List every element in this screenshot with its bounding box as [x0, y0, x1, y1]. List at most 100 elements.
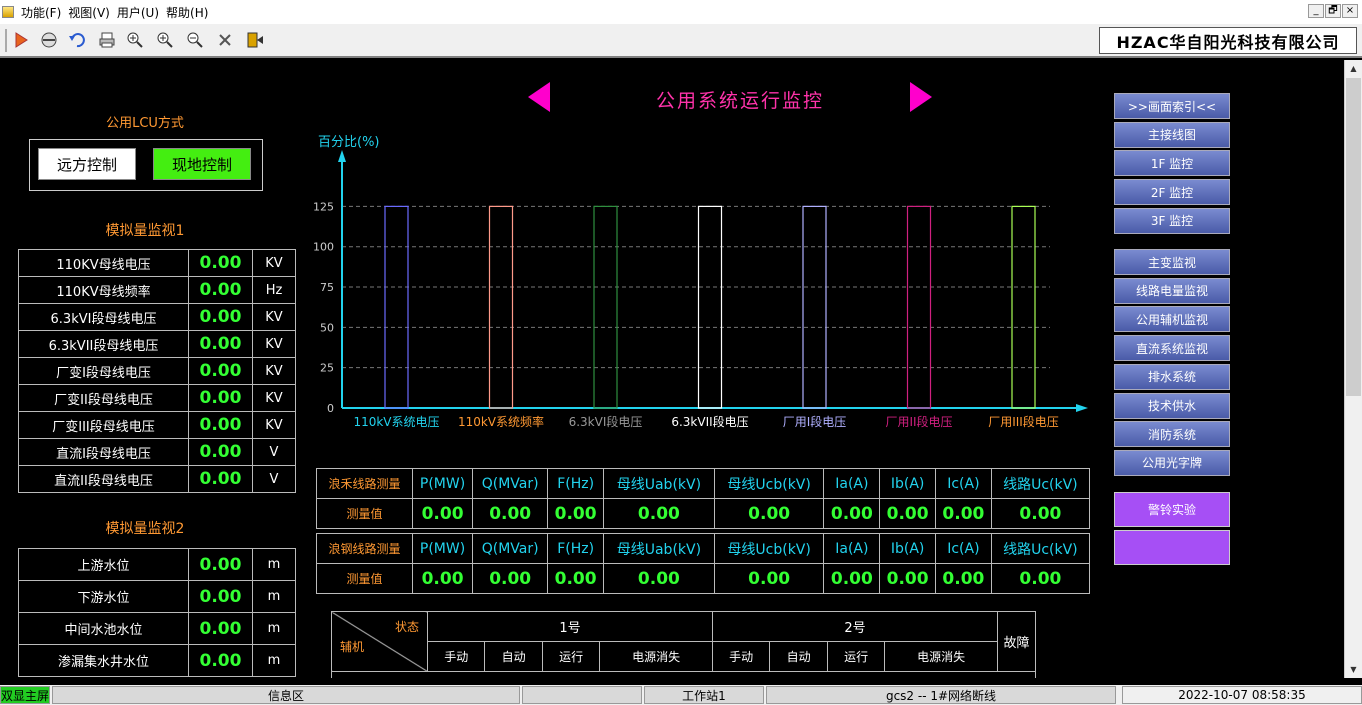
- restore-button[interactable]: 🗗: [1325, 4, 1341, 18]
- analog-row: 上游水位 0.00 m: [18, 548, 296, 581]
- analog-row: 厂变I段母线电压 0.00 KV: [18, 357, 296, 385]
- line-value: 0.00: [879, 563, 936, 594]
- aux-col-header: 运行: [826, 641, 886, 672]
- y-tick-label: 25: [320, 362, 334, 375]
- scroll-thumb[interactable]: [1346, 78, 1361, 396]
- line-header: 线路Uc(kV): [990, 533, 1091, 564]
- app-icon: [2, 6, 14, 18]
- nav-button[interactable]: 1F 监控: [1114, 150, 1230, 177]
- blank-purple-button[interactable]: [1114, 530, 1230, 565]
- nav-button[interactable]: 公用光字牌: [1114, 449, 1230, 476]
- analog-value: 0.00: [188, 438, 253, 466]
- nav-button[interactable]: 3F 监控: [1114, 207, 1230, 234]
- analog-row: 下游水位 0.00 m: [18, 580, 296, 613]
- analog-row: 110KV母线频率 0.00 Hz: [18, 276, 296, 304]
- scroll-up-icon[interactable]: ▲: [1345, 60, 1362, 77]
- line-header: F(Hz): [547, 533, 604, 564]
- analog-value: 0.00: [188, 644, 253, 677]
- aux-col-header: 自动: [769, 641, 828, 672]
- line-header: Ib(A): [879, 468, 936, 499]
- exit-icon[interactable]: [244, 29, 266, 51]
- analog2-title: 模拟量监视2: [105, 521, 185, 537]
- prev-page-arrow-icon[interactable]: [528, 82, 550, 112]
- line-header: Q(MVar): [472, 533, 549, 564]
- main-display: 公用系统运行监控 公用LCU方式 远方控制 现地控制 模拟量监视1 110KV母…: [0, 60, 1344, 678]
- undo-icon[interactable]: [66, 29, 88, 51]
- line-value: 0.00: [472, 498, 549, 529]
- analog-unit: KV: [252, 330, 296, 358]
- chart-bar: [802, 205, 827, 409]
- zoom-out-icon[interactable]: [184, 29, 206, 51]
- line-header: 母线Ucb(kV): [713, 468, 825, 499]
- analog-value: 0.00: [188, 411, 253, 439]
- chart-bar: [488, 205, 514, 409]
- analog-value: 0.00: [188, 303, 253, 331]
- window-controls: _ 🗗 ×: [1308, 4, 1358, 18]
- tools-icon[interactable]: [214, 29, 236, 51]
- analog-unit: m: [252, 644, 296, 677]
- analog1-table: 110KV母线电压 0.00 KV 110KV母线频率 0.00 Hz 6.3kVI段母线电…: [18, 249, 296, 493]
- nav-button[interactable]: 2F 监控: [1114, 179, 1230, 206]
- nav-button[interactable]: >>画面索引<<: [1114, 93, 1230, 119]
- nav-button[interactable]: 主变监视: [1114, 249, 1230, 275]
- analog-value: 0.00: [188, 357, 253, 385]
- analog-unit: V: [252, 438, 296, 466]
- play-icon[interactable]: [10, 29, 32, 51]
- unit1-header: 1号: [427, 611, 713, 642]
- menu-item-view[interactable]: 视图(V): [68, 4, 110, 21]
- line-value: 0.00: [713, 498, 825, 529]
- line-header: 线路Uc(kV): [990, 468, 1091, 499]
- menu-item-user[interactable]: 用户(U): [117, 4, 159, 21]
- nav-button[interactable]: 线路电量监视: [1114, 277, 1230, 304]
- analog-unit: m: [252, 548, 296, 581]
- minimize-button[interactable]: _: [1308, 4, 1324, 18]
- zoom-fit-icon[interactable]: [124, 29, 146, 51]
- analog-row: 6.3kVI段母线电压 0.00 KV: [18, 303, 296, 331]
- print-icon[interactable]: [96, 29, 118, 51]
- blank-status-1: [522, 686, 642, 704]
- analog-name: 110KV母线频率: [18, 276, 189, 304]
- screen-mode-status: 双显主屏: [0, 686, 50, 704]
- aux-row-partial: [331, 671, 1036, 678]
- menu-item-help[interactable]: 帮助(H): [166, 4, 208, 21]
- y-tick-label: 0: [327, 402, 334, 415]
- line-value: 0.00: [713, 563, 825, 594]
- line2-table: 浪钢线路测量 P(MW) Q(MVar) F(Hz) 母线Uab(kV) 母线Ucb(kV…: [316, 533, 1091, 594]
- vertical-scrollbar[interactable]: ▲ ▼: [1344, 60, 1362, 678]
- chart-bar: [1011, 205, 1036, 409]
- analog-value: 0.00: [188, 249, 253, 277]
- page-title: 公用系统运行监控: [655, 90, 824, 112]
- analog-name: 110KV母线电压: [18, 249, 189, 277]
- line-header: P(MW): [411, 468, 474, 499]
- line2-name: 浪钢线路测量: [316, 533, 413, 564]
- local-control-button[interactable]: 现地控制: [153, 148, 251, 180]
- nav-button[interactable]: 公用辅机监视: [1114, 306, 1230, 333]
- analog-value: 0.00: [188, 276, 253, 304]
- remote-control-button[interactable]: 远方控制: [38, 148, 136, 180]
- company-name: HZAC华自阳光科技有限公司: [1099, 27, 1357, 54]
- nav-button[interactable]: 消防系统: [1114, 421, 1230, 448]
- toolbar: HZAC华自阳光科技有限公司: [0, 24, 1362, 58]
- menu-item-function[interactable]: 功能(F): [21, 4, 61, 21]
- stop-icon[interactable]: [38, 29, 60, 51]
- analog-unit: V: [252, 465, 296, 493]
- analog2-table: 上游水位 0.00 m 下游水位 0.00 m 中间水池水位 0.00 m 渗漏集水井水位 0.00…: [18, 548, 296, 677]
- y-tick-label: 50: [320, 321, 334, 334]
- line-value: 0.00: [547, 563, 604, 594]
- close-button[interactable]: ×: [1342, 4, 1358, 18]
- analog-name: 6.3kVII段母线电压: [18, 330, 189, 358]
- aux-status-table: 状态 辅机 1号 2号 故障 手动 自动 运行 电源消失 手动 自动 运行 电源消失: [331, 611, 1036, 678]
- nav-button[interactable]: 技术供水: [1114, 392, 1230, 419]
- alarm-test-button[interactable]: 警铃实验: [1114, 492, 1230, 527]
- aux-diagonal-header: 状态 辅机: [331, 611, 428, 672]
- next-page-arrow-icon[interactable]: [910, 82, 932, 112]
- analog1-title: 模拟量监视1: [105, 223, 185, 239]
- unit2-header: 2号: [711, 611, 999, 642]
- scroll-down-icon[interactable]: ▼: [1345, 661, 1362, 678]
- line-value: 0.00: [603, 498, 715, 529]
- zoom-in-icon[interactable]: [154, 29, 176, 51]
- nav-button[interactable]: 排水系统: [1114, 363, 1230, 390]
- menu-bar: 功能(F) 视图(V) 用户(U) 帮助(H) _ 🗗 ×: [0, 0, 1362, 24]
- nav-button[interactable]: 主接线图: [1114, 121, 1230, 148]
- nav-button[interactable]: 直流系统监视: [1114, 335, 1230, 362]
